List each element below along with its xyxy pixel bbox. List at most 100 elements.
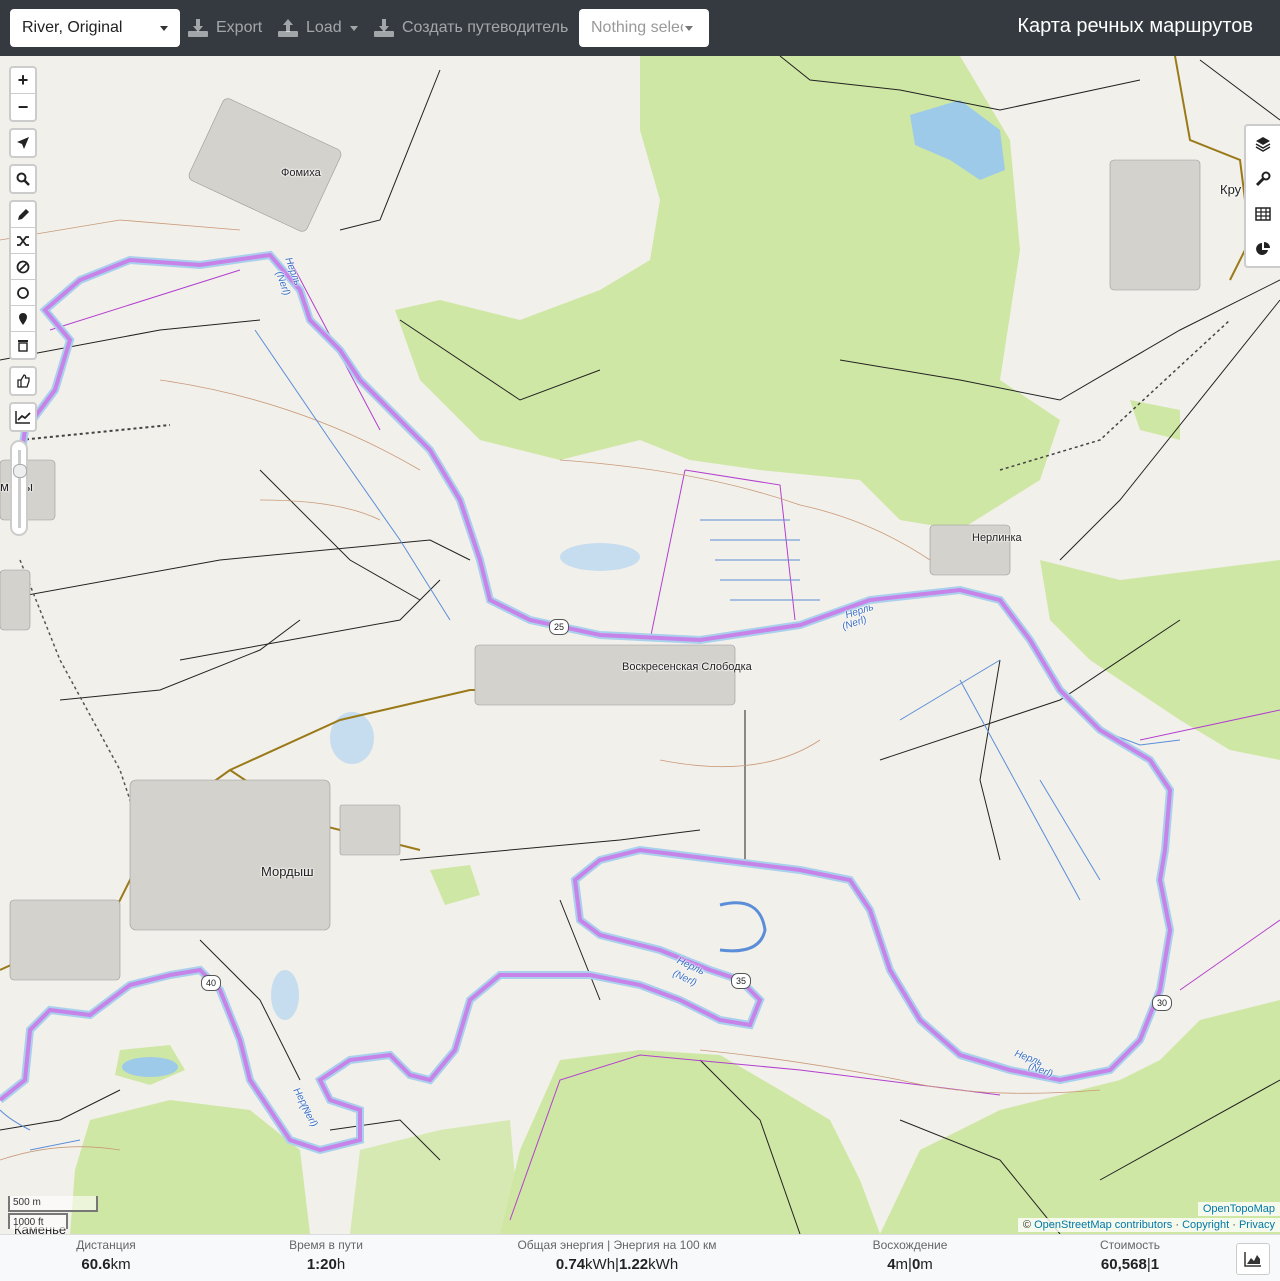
- stat-time-label: Время в пути: [289, 1238, 363, 1252]
- stat-distance-label: Дистанция: [76, 1238, 136, 1252]
- load-label: Load: [306, 19, 342, 36]
- stat-energy: Общая энергия | Энергия на 100 км 0.74kW…: [502, 1235, 732, 1273]
- topo-map-tiles: [0, 56, 1280, 1234]
- stat-energy-unit2: kWh: [648, 1256, 679, 1273]
- stat-energy-unit: kWh: [585, 1256, 616, 1273]
- data-table-button[interactable]: [1246, 196, 1280, 231]
- settings-button[interactable]: [1246, 161, 1280, 196]
- stat-descent-unit: m: [920, 1256, 933, 1273]
- separator: ·: [1232, 1219, 1236, 1231]
- shuffle-icon: [17, 235, 29, 246]
- upload-icon: [278, 19, 298, 37]
- download-icon: [374, 19, 394, 37]
- circle-icon: [17, 286, 29, 299]
- line-chart-icon: [15, 411, 31, 424]
- stat-distance-unit: km: [110, 1256, 131, 1273]
- stat-ascent-label: Восхождение: [872, 1238, 948, 1252]
- create-guide-label: Создать путеводитель: [402, 19, 569, 36]
- copyright-link[interactable]: Copyright: [1182, 1219, 1229, 1231]
- marker-icon: [19, 312, 27, 325]
- stat-ascent-value: 4: [887, 1256, 896, 1273]
- place-label-mordysh: Мордыш: [261, 864, 314, 879]
- map-attribution: © OpenStreetMap contributors · Copyright…: [1017, 1218, 1280, 1232]
- pie-chart-icon: [1256, 241, 1270, 255]
- stat-cost-value2: 1: [1150, 1256, 1160, 1273]
- circle-button[interactable]: [11, 280, 35, 306]
- pencil-icon: [18, 208, 29, 220]
- area-chart-icon: [1244, 1252, 1261, 1267]
- place-label-fomikha: Фомиха: [281, 167, 321, 179]
- right-control-panel: [1244, 124, 1280, 268]
- tile-attribution[interactable]: OpenTopoMap: [1197, 1202, 1280, 1216]
- stat-energy-per100: 1.22: [618, 1256, 649, 1273]
- opacity-slider[interactable]: [10, 440, 28, 536]
- separator: ·: [1175, 1219, 1179, 1231]
- selection-label: Nothing selected: [591, 19, 683, 36]
- profile-select[interactable]: River, Original: [10, 9, 180, 47]
- osm-contributors-link[interactable]: OpenStreetMap contributors: [1034, 1219, 1172, 1231]
- search-control: [9, 164, 37, 194]
- elevation-control: [9, 402, 37, 432]
- stat-ascent: Восхождение 4m|0m: [850, 1235, 970, 1273]
- opacity-slider-track: [18, 450, 21, 528]
- search-button[interactable]: [11, 166, 35, 192]
- opacity-slider-handle[interactable]: [13, 464, 27, 478]
- elevation-profile-button[interactable]: [1236, 1243, 1270, 1275]
- draw-route-button[interactable]: [11, 202, 35, 228]
- stat-ascent-unit: m: [895, 1256, 909, 1273]
- poi-marker-button[interactable]: [11, 306, 35, 332]
- locate-control: [9, 128, 37, 158]
- top-navbar: River, Original Export Load Создать путе…: [0, 0, 1280, 56]
- reverse-route-button[interactable]: [11, 228, 35, 254]
- scale-imperial: 1000 ft: [8, 1213, 68, 1229]
- export-button[interactable]: Export: [188, 9, 262, 47]
- stat-time-unit: h: [336, 1256, 346, 1273]
- place-label-voskresenskaya: Воскресенская Слободка: [622, 661, 752, 673]
- chevron-down-icon: [160, 25, 168, 31]
- stat-distance-value: 60.6: [81, 1256, 111, 1273]
- app-title: Карта речных маршрутов: [1017, 15, 1253, 37]
- load-button[interactable]: Load: [278, 9, 358, 47]
- strava-control: [9, 366, 37, 396]
- create-guide-button[interactable]: Создать путеводитель: [374, 9, 568, 47]
- zoom-control: + −: [9, 66, 37, 122]
- km-marker[interactable]: 25: [549, 619, 569, 635]
- privacy-link[interactable]: Privacy: [1239, 1219, 1275, 1231]
- segments-button[interactable]: [11, 368, 35, 394]
- route-stats-bar: Дистанция 60.6km Время в пути 1:20h Обща…: [0, 1234, 1280, 1281]
- place-label-kru: Кру: [1220, 182, 1242, 197]
- scale-metric: 500 m: [8, 1196, 98, 1212]
- chevron-down-icon: [685, 25, 693, 31]
- trash-icon: [18, 340, 28, 352]
- km-marker[interactable]: 35: [731, 973, 751, 989]
- locate-button[interactable]: [11, 130, 35, 156]
- ban-icon: [16, 260, 30, 273]
- wrench-icon: [1255, 171, 1271, 186]
- clear-route-button[interactable]: [11, 332, 35, 358]
- zoom-in-button[interactable]: +: [11, 68, 35, 94]
- chevron-down-icon: [349, 25, 358, 31]
- selection-dropdown[interactable]: Nothing selected: [579, 9, 709, 47]
- no-go-area-button[interactable]: [11, 254, 35, 280]
- analysis-button[interactable]: [1246, 231, 1280, 266]
- profile-select-value: River, Original: [22, 19, 123, 36]
- stat-time: Время в пути 1:20h: [276, 1235, 376, 1273]
- stat-distance: Дистанция 60.6km: [56, 1235, 156, 1273]
- zoom-out-button[interactable]: −: [11, 94, 35, 120]
- km-marker[interactable]: 30: [1152, 995, 1172, 1011]
- stat-energy-label: Общая энергия | Энергия на 100 км: [517, 1238, 717, 1252]
- elevation-chart-button[interactable]: [11, 404, 35, 430]
- table-icon: [1255, 206, 1271, 221]
- export-label: Export: [216, 19, 263, 36]
- layers-icon: [1255, 136, 1271, 152]
- stat-cost-label: Стоимость: [1099, 1238, 1161, 1252]
- km-marker[interactable]: 40: [201, 975, 221, 991]
- draw-toolbar: [9, 200, 37, 360]
- copyright-symbol: ©: [1022, 1219, 1032, 1231]
- map-canvas[interactable]: Фомиха Нерлинка Воскресенская Слободка М…: [0, 56, 1280, 1234]
- stat-cost-value: 60,568: [1100, 1256, 1147, 1273]
- place-label-nerlinka: Нерлинка: [972, 532, 1022, 544]
- stat-cost: Стоимость 60,568|1: [1080, 1235, 1180, 1273]
- search-icon: [16, 172, 30, 186]
- layers-button[interactable]: [1246, 126, 1280, 161]
